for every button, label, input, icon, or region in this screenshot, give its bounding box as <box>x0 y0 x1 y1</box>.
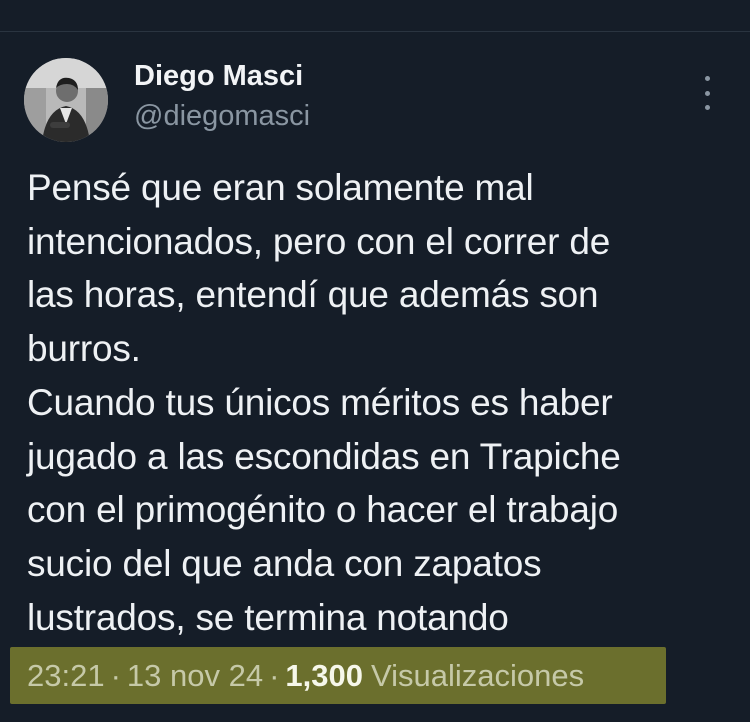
more-vertical-icon <box>704 76 710 81</box>
avatar-image <box>24 58 108 142</box>
tweet-line: burros. <box>27 328 141 370</box>
tweet-header: Diego Masci @diegomasci <box>24 58 724 148</box>
tweet-line: intencionados, pero con el correr de <box>27 220 611 262</box>
more-vertical-icon <box>704 105 710 110</box>
tweet-line: Cuando tus únicos méritos es haber <box>27 381 613 423</box>
views-label: Visualizaciones <box>370 657 585 693</box>
tweet-line: jugado a las escondidas en Trapiche <box>27 435 621 477</box>
avatar[interactable] <box>24 58 108 142</box>
more-vertical-icon <box>704 90 710 96</box>
tweet-text: Pensé que eran solamente mal intencionad… <box>27 161 732 644</box>
tweet-line: lustrados, se termina notando <box>27 596 509 638</box>
tweet-meta: 23:21 · 13 nov 24 · 1,300 Visualizacione… <box>10 647 666 704</box>
meta-separator: · <box>269 657 280 693</box>
author-handle[interactable]: @diegomasci <box>134 100 310 133</box>
tweet-time[interactable]: 23:21 <box>27 658 105 694</box>
more-options-button[interactable] <box>696 76 718 110</box>
views-count[interactable]: 1,300 <box>285 658 363 694</box>
tweet-line: Pensé que eran solamente mal <box>27 167 534 208</box>
author-name[interactable]: Diego Masci <box>134 60 303 93</box>
tweet-line: las horas, entendí que además son <box>27 274 599 316</box>
meta-separator: · <box>110 657 121 693</box>
top-divider <box>0 31 750 32</box>
tweet-line: sucio del que anda con zapatos <box>27 542 542 584</box>
tweet-line: con el primogénito o hacer el trabajo <box>27 489 619 531</box>
tweet-date[interactable]: 13 nov 24 <box>127 658 263 694</box>
